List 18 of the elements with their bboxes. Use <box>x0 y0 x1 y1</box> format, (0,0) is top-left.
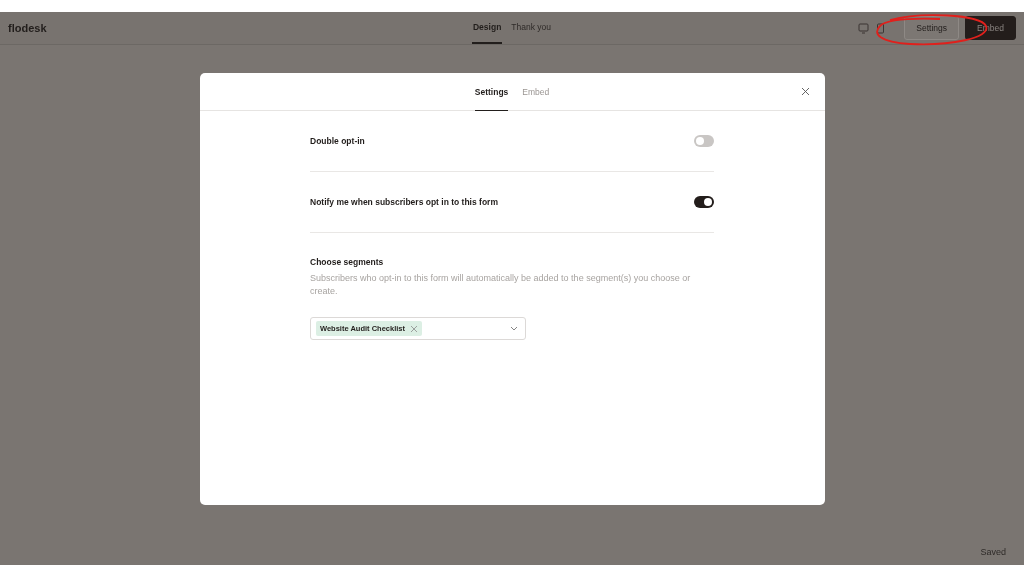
tab[interactable]: Design <box>472 12 503 44</box>
desktop-icon[interactable] <box>858 22 870 34</box>
save-status: Saved <box>980 547 1006 557</box>
settings-button[interactable]: Settings <box>904 16 960 40</box>
logo: flodesk <box>8 22 48 34</box>
remove-icon[interactable] <box>410 324 419 333</box>
setting-label: Double opt-in <box>310 136 365 146</box>
tab[interactable]: Thank you <box>510 12 553 44</box>
toggle-switch[interactable] <box>694 196 714 208</box>
chevron-down-icon[interactable] <box>510 326 518 331</box>
close-icon[interactable] <box>800 87 810 96</box>
setting-label: Notify me when subscribers opt in to this form <box>310 197 498 207</box>
description-text: Subscribers who opt-in to this form will automatically be added to the segment(s) you choose or create. <box>310 272 692 297</box>
tab[interactable]: Settings <box>474 73 509 111</box>
toggle-switch[interactable] <box>694 135 714 147</box>
tab[interactable]: Embed <box>522 73 550 111</box>
mobile-icon[interactable] <box>875 22 887 34</box>
section-title: Choose segments <box>310 257 385 267</box>
